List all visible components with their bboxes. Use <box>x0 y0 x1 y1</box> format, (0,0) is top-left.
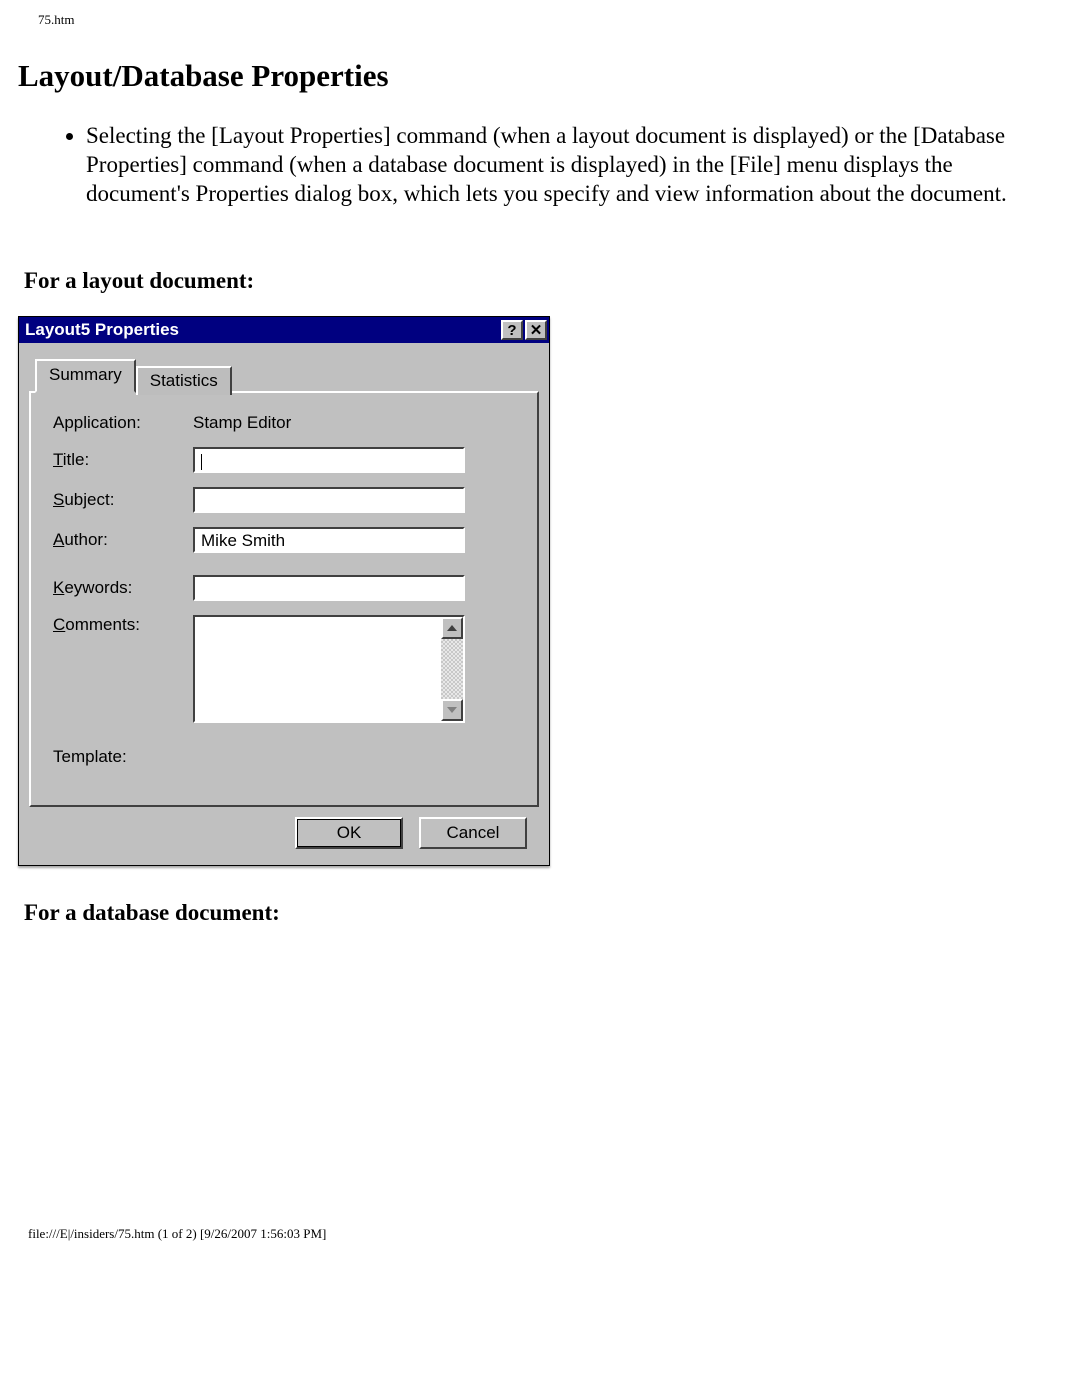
arrow-down-icon <box>447 707 457 713</box>
page-title: Layout/Database Properties <box>18 58 1062 94</box>
title-input[interactable] <box>193 447 465 473</box>
section-database-title: For a database document: <box>24 900 1062 926</box>
header-filename: 75.htm <box>38 12 1062 28</box>
tab-statistics[interactable]: Statistics <box>136 366 232 395</box>
label-application: Application: <box>53 413 193 433</box>
label-title: Title: <box>53 450 193 470</box>
dialog-body: Summary Statistics Application: Stamp Ed… <box>19 343 549 865</box>
document-page: 75.htm Layout/Database Properties Select… <box>0 0 1080 1397</box>
scroll-track[interactable] <box>441 639 463 699</box>
help-button[interactable]: ? <box>501 320 523 340</box>
intro-bullet: Selecting the [Layout Properties] comman… <box>86 122 1052 208</box>
section-layout-title: For a layout document: <box>24 268 1062 294</box>
label-keywords: Keywords: <box>53 578 193 598</box>
properties-dialog: Layout5 Properties ? ✕ Summary Statistic… <box>18 316 550 866</box>
close-button[interactable]: ✕ <box>525 320 547 340</box>
close-icon: ✕ <box>530 323 543 338</box>
arrow-up-icon <box>447 625 457 631</box>
intro-list: Selecting the [Layout Properties] comman… <box>58 122 1062 208</box>
help-icon: ? <box>507 323 516 338</box>
dialog-button-row: OK Cancel <box>29 807 539 853</box>
label-author: Author: <box>53 530 193 550</box>
label-template: Template: <box>53 747 193 767</box>
label-subject: Subject: <box>53 490 193 510</box>
scroll-up-button[interactable] <box>441 617 463 639</box>
comments-wrapper <box>193 615 465 723</box>
label-comments: Comments: <box>53 615 193 635</box>
dialog-title: Layout5 Properties <box>25 320 179 340</box>
cancel-button[interactable]: Cancel <box>419 817 527 849</box>
comments-scrollbar[interactable] <box>441 617 463 721</box>
dialog-titlebar[interactable]: Layout5 Properties ? ✕ <box>19 317 549 343</box>
keywords-input[interactable] <box>193 575 465 601</box>
comments-input[interactable] <box>195 617 441 721</box>
footer-path: file:///E|/insiders/75.htm (1 of 2) [9/2… <box>28 1226 326 1242</box>
value-application: Stamp Editor <box>193 413 291 433</box>
scroll-down-button[interactable] <box>441 699 463 721</box>
tab-summary[interactable]: Summary <box>35 359 136 393</box>
author-input[interactable]: Mike Smith <box>193 527 465 553</box>
tab-strip: Summary Statistics <box>35 357 539 391</box>
ok-button[interactable]: OK <box>295 817 403 849</box>
subject-input[interactable] <box>193 487 465 513</box>
tab-panel-summary: Application: Stamp Editor Title: Subject… <box>29 391 539 807</box>
